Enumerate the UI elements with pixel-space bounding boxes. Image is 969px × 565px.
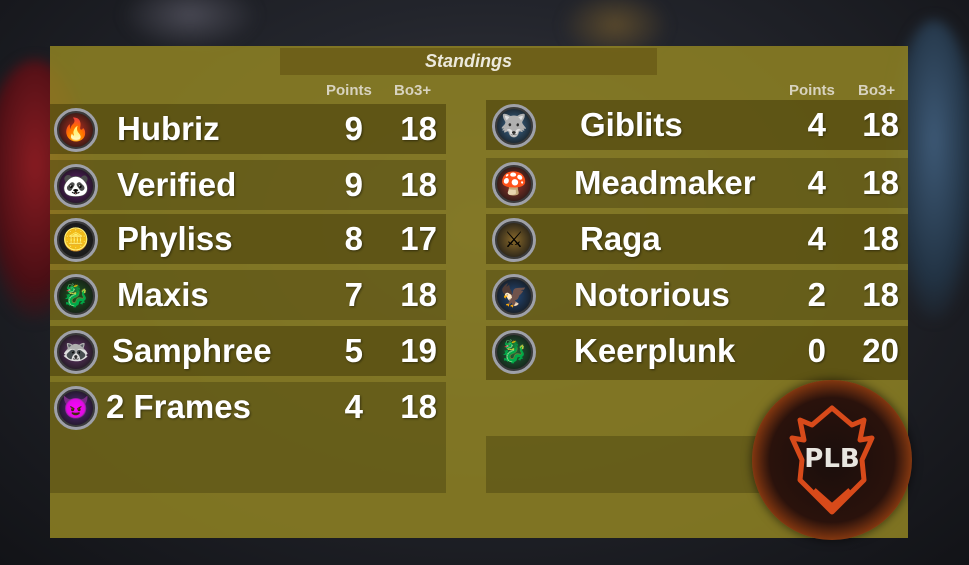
team-name: Samphree [112,332,272,369]
team-avatar-raccoon-icon: 🦝 [54,330,98,374]
team-points: 4 [807,164,826,201]
team-avatar-dragon-icon: 🐉 [492,330,536,374]
team-points: 5 [344,332,363,369]
team-name: 2 Frames [106,388,251,425]
team-points: 2 [807,276,826,313]
team-bo3: 19 [400,332,437,369]
team-avatar-dragon-icon: 🐉 [54,274,98,318]
team-bo3: 18 [400,388,437,425]
team-avatar-knight-icon: ⚔ [492,218,536,262]
left-points-header: Points [326,82,372,99]
team-points: 8 [344,220,363,257]
plb-logo: PLB [752,380,912,540]
team-avatar-wolf-icon: 🐺 [492,104,536,148]
team-bo3: 18 [862,276,899,313]
right-bo3-header: Bo3+ [858,82,896,99]
left-bo3-header: Bo3+ [394,82,432,99]
team-name: Raga [580,220,661,257]
team-name: Phyliss [117,220,233,257]
logo-text: PLB [804,444,860,474]
team-avatar-demon-icon: 😈 [54,386,98,430]
team-avatar-mushroom-icon: 🍄 [492,162,536,206]
team-points: 0 [807,332,826,369]
team-bo3: 18 [400,166,437,203]
team-bo3: 18 [400,276,437,313]
team-name: Giblits [580,106,683,143]
team-avatar-eagle-icon: 🦅 [492,274,536,318]
team-bo3: 18 [862,164,899,201]
team-points: 7 [344,276,363,313]
right-points-header: Points [789,82,835,99]
team-points: 9 [344,110,363,147]
team-name: Maxis [117,276,209,313]
team-avatar-coins-icon: 🪙 [54,218,98,262]
team-points: 9 [344,166,363,203]
team-bo3: 18 [400,110,437,147]
team-bo3: 20 [862,332,899,369]
team-name: Hubriz [117,110,220,147]
background-art-top-left [120,0,260,50]
team-avatar-panda-icon: 🐼 [54,164,98,208]
team-bo3: 18 [862,220,899,257]
team-points: 4 [344,388,363,425]
team-name: Verified [117,166,237,203]
standings-title: Standings [280,48,657,75]
team-name: Keerplunk [574,332,736,369]
team-points: 4 [807,220,826,257]
team-bo3: 18 [862,106,899,143]
team-avatar-flame-icon: 🔥 [54,108,98,152]
empty-row-right [486,436,766,493]
team-points: 4 [807,106,826,143]
team-name: Meadmaker [574,164,756,201]
empty-row-left [50,436,446,493]
team-name: Notorious [574,276,730,313]
team-bo3: 17 [400,220,437,257]
